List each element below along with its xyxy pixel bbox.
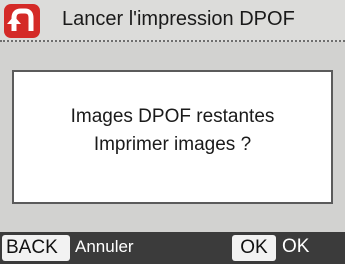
footer-bar: BACK Annuler OK OK (0, 232, 345, 264)
ok-label: OK (282, 236, 310, 257)
dialog-message: Images DPOF restantes (70, 106, 275, 127)
print-screen: Lancer l'impression DPOF Images DPOF res… (0, 0, 345, 264)
return-arrow-icon[interactable] (4, 4, 40, 38)
header-bar: Lancer l'impression DPOF (0, 0, 345, 42)
cancel-label: Annuler (75, 237, 134, 256)
page-title: Lancer l'impression DPOF (62, 8, 295, 30)
ok-key-button[interactable]: OK (232, 235, 276, 261)
back-key-button[interactable]: BACK (2, 235, 70, 261)
confirm-dialog: Images DPOF restantes Imprimer images ? (12, 70, 333, 204)
dialog-question: Imprimer images ? (93, 134, 252, 155)
